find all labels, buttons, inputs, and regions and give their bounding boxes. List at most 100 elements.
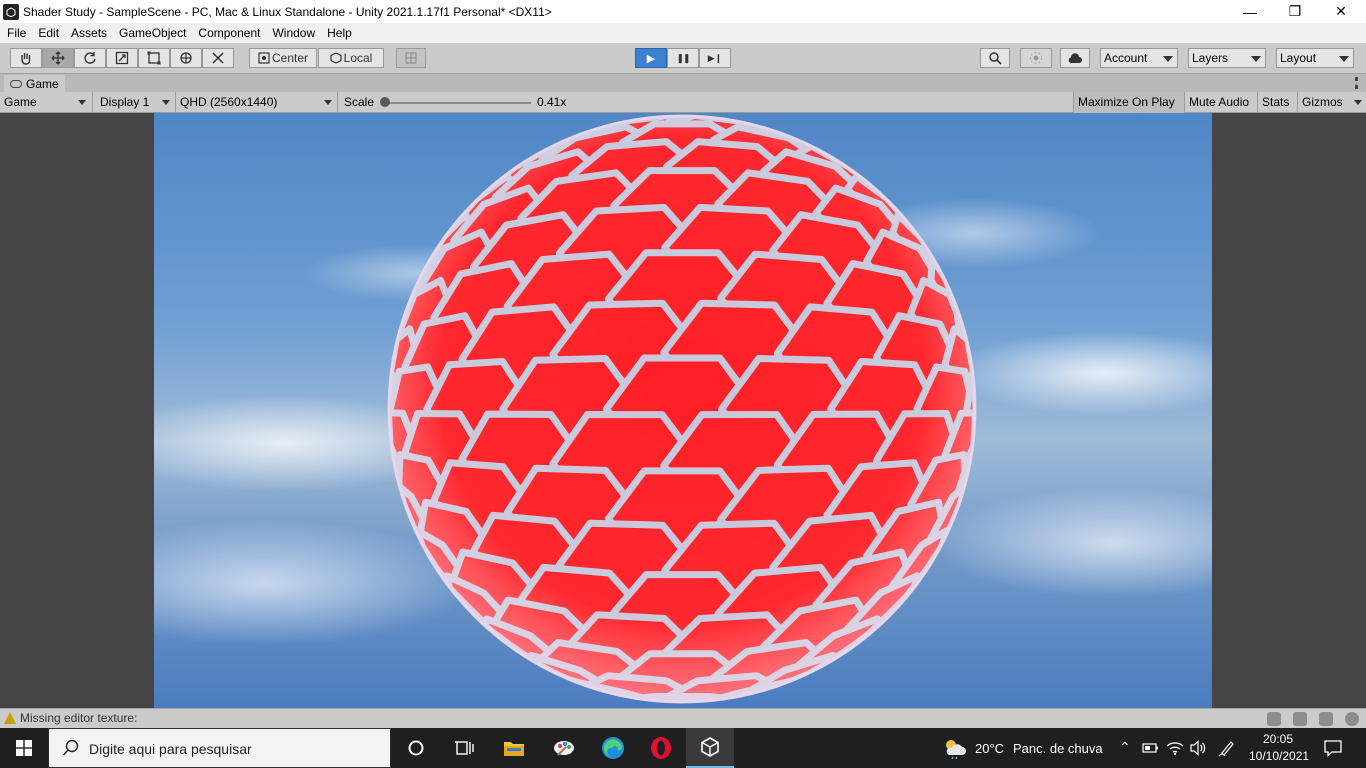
search-icon [989, 52, 1002, 65]
task-view-button[interactable] [392, 728, 440, 768]
cortana-icon [408, 740, 424, 756]
start-button[interactable] [0, 728, 48, 768]
scale-slider-track[interactable] [385, 102, 531, 104]
panel-tab-bar: Game [0, 73, 1366, 93]
volume-icon[interactable] [1189, 740, 1207, 756]
hand-tool-button[interactable] [10, 48, 42, 68]
menu-help[interactable]: Help [321, 26, 358, 40]
menu-window[interactable]: Window [266, 26, 321, 40]
status-bar: Missing editor texture: [0, 708, 1366, 728]
chevron-down-icon [78, 100, 86, 105]
chevron-down-icon [162, 100, 170, 105]
display-label: Display 1 [100, 95, 150, 109]
close-button[interactable]: ✕ [1318, 0, 1364, 23]
opera-browser-button[interactable] [637, 728, 685, 768]
grid-snap-icon [405, 52, 417, 64]
layers-dropdown[interactable]: Layers [1188, 48, 1266, 68]
game-render[interactable] [154, 113, 1212, 708]
menu-gameobject[interactable]: GameObject [113, 26, 192, 40]
edge-browser-icon [602, 737, 624, 759]
warning-icon [4, 712, 16, 724]
pivot-center-icon [258, 52, 270, 64]
chevron-up-icon[interactable]: ⌃ [1119, 739, 1131, 756]
cloud-button[interactable] [1060, 48, 1090, 68]
status-message: Missing editor texture: [20, 711, 138, 725]
taskbar-search-box[interactable]: Digite aqui para pesquisar [48, 728, 391, 768]
windows-taskbar: Digite aqui para pesquisar 20°C Panc. de… [0, 728, 1366, 768]
menu-edit[interactable]: Edit [32, 26, 65, 40]
chevron-down-icon [1251, 56, 1261, 62]
tab-game[interactable]: Game [4, 75, 65, 93]
chevron-down-icon [1163, 56, 1173, 62]
weather-temperature[interactable]: 20°C [975, 741, 1004, 756]
account-dropdown[interactable]: Account [1100, 48, 1178, 68]
gizmos-dropdown[interactable]: Gizmos [1297, 92, 1366, 113]
opera-browser-icon [651, 737, 671, 759]
weather-description[interactable]: Panc. de chuva [1013, 741, 1103, 756]
pivot-center-label: Center [271, 51, 309, 65]
play-button[interactable]: ▶ [635, 48, 667, 68]
unity-logo-icon [3, 3, 19, 20]
search-button[interactable] [980, 48, 1010, 68]
paint-app-button[interactable] [540, 728, 588, 768]
debug-icon[interactable] [1319, 712, 1333, 726]
gamepad-icon [10, 80, 22, 88]
scale-slider-handle[interactable] [380, 97, 390, 107]
step-button[interactable]: ▶❙ [699, 48, 731, 68]
rotate-tool-button[interactable] [74, 48, 106, 68]
rect-tool-icon [147, 51, 161, 65]
notification-icon[interactable] [1324, 739, 1342, 757]
clock-date[interactable]: 10/10/2021 [1249, 749, 1309, 763]
custom-tool-icon [212, 52, 224, 64]
minimize-button[interactable]: — [1227, 0, 1273, 23]
pivot-space-button[interactable]: Local [318, 48, 384, 68]
layout-dropdown[interactable]: Layout [1276, 48, 1354, 68]
scale-tool-button[interactable] [106, 48, 138, 68]
hand-tool-icon [21, 53, 31, 65]
local-space-icon [330, 52, 342, 64]
stats-toggle[interactable]: Stats [1257, 92, 1297, 113]
battery-icon[interactable] [1142, 741, 1160, 755]
progress-icon[interactable] [1345, 712, 1359, 726]
collab-button[interactable] [1020, 48, 1052, 68]
view-type-dropdown[interactable]: Game [4, 92, 90, 113]
menu-file[interactable]: File [0, 26, 32, 40]
snap-button[interactable] [396, 48, 426, 68]
search-icon [62, 739, 79, 756]
transform-tool-icon [180, 52, 192, 64]
wifi-icon[interactable] [1166, 740, 1184, 756]
task-view-icon [455, 741, 474, 755]
edge-browser-button[interactable] [589, 728, 637, 768]
pivot-center-button[interactable]: Center [249, 48, 317, 68]
paint-palette-icon [554, 741, 574, 756]
bug-icon[interactable] [1267, 712, 1281, 726]
task-view-icon-button[interactable] [440, 728, 488, 768]
title-bar: Shader Study - SampleScene - PC, Mac & L… [0, 0, 1366, 23]
view-type-label: Game [4, 95, 37, 109]
pen-ink-icon[interactable] [1218, 739, 1236, 757]
unity-taskbar-button[interactable] [686, 728, 734, 768]
rect-tool-button[interactable] [138, 48, 170, 68]
clock-time[interactable]: 20:05 [1263, 732, 1293, 746]
cache-icon[interactable] [1293, 712, 1307, 726]
mute-audio-toggle[interactable]: Mute Audio [1184, 92, 1257, 113]
maximize-button[interactable]: ❐ [1272, 0, 1318, 23]
rotate-tool-icon [84, 52, 96, 64]
menu-assets[interactable]: Assets [65, 26, 113, 40]
kebab-menu-icon[interactable] [1355, 77, 1358, 89]
resolution-dropdown[interactable]: QHD (2560x1440) [175, 92, 336, 113]
mute-audio-label: Mute Audio [1189, 95, 1250, 109]
pause-button[interactable]: ❚❚ [667, 48, 699, 68]
custom-tool-button[interactable] [202, 48, 234, 68]
menu-component[interactable]: Component [192, 26, 266, 40]
stats-label: Stats [1262, 95, 1290, 109]
file-explorer-button[interactable] [490, 728, 538, 768]
transform-tool-button[interactable] [170, 48, 202, 68]
collab-icon [1030, 52, 1042, 64]
display-dropdown[interactable]: Display 1 [92, 92, 174, 113]
move-tool-button[interactable] [42, 48, 74, 68]
weather-cloud-sun-icon [946, 740, 966, 759]
maximize-on-play-toggle[interactable]: Maximize On Play [1073, 92, 1184, 113]
scale-label: Scale [344, 95, 375, 109]
game-viewport[interactable] [0, 113, 1366, 708]
